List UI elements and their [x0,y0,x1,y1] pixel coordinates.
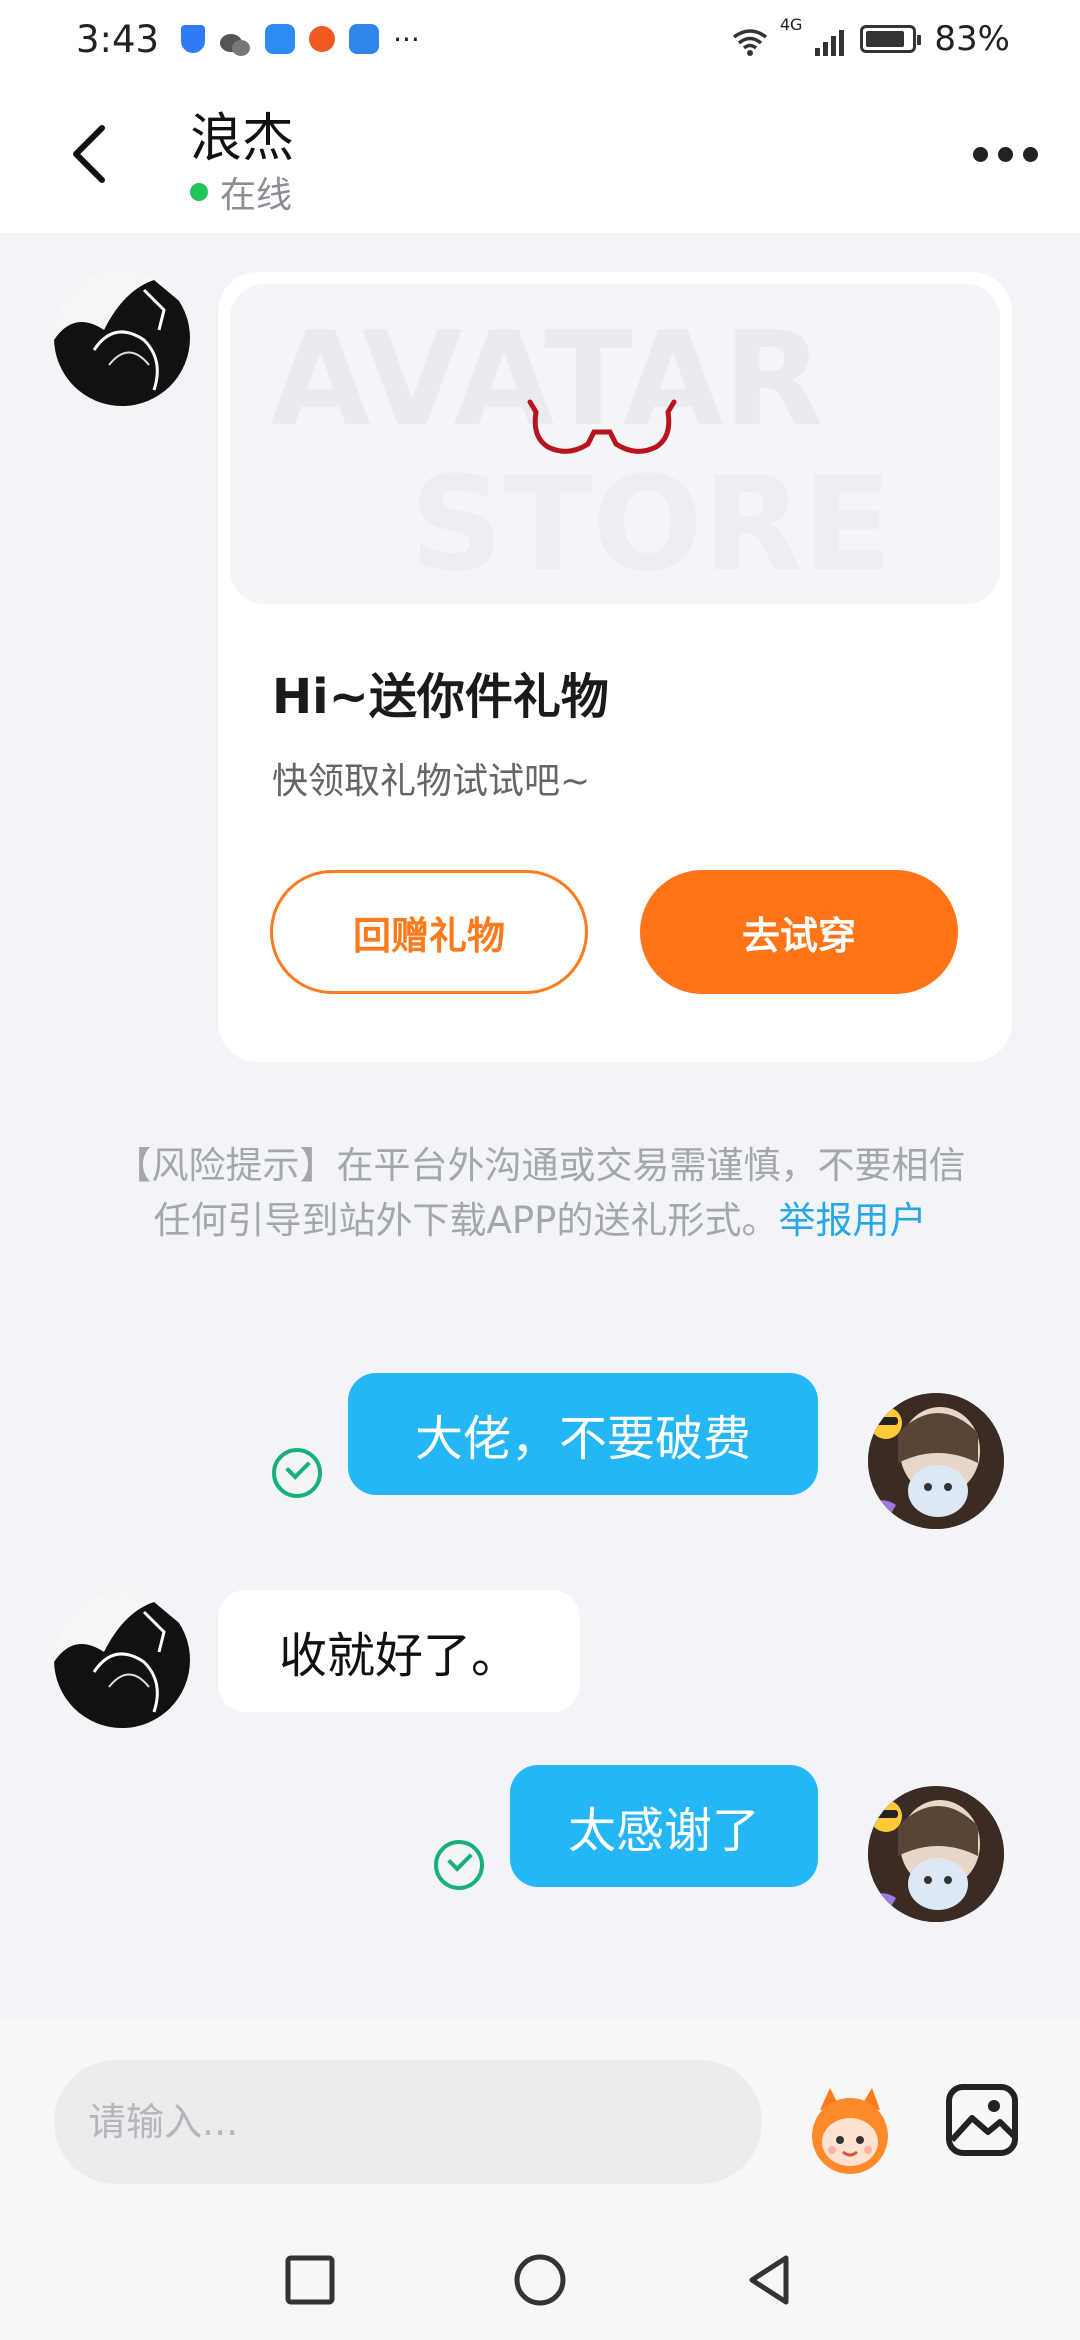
message-bubble-outgoing[interactable]: 太感谢了 [510,1765,818,1887]
more-options-button[interactable] [970,136,1040,172]
message-bubble-incoming[interactable]: 收就好了。 [218,1590,580,1712]
more-dot [997,146,1013,162]
my-avatar[interactable] [868,1393,1004,1529]
more-notifications-indicator: ··· [393,22,420,56]
signal-icon [814,25,848,56]
status-right: 4G 83% [732,15,1010,59]
app-store-icon [349,24,380,54]
image-icon [946,2084,1018,2156]
my-avatar[interactable] [868,1786,1004,1922]
wifi-icon [732,25,768,56]
notification-app-icon [309,26,336,52]
circle-icon [514,2254,566,2306]
gift-banner-image: AVATAR STORE [270,303,892,600]
banner-text-store: STORE [410,448,892,600]
image-button[interactable] [944,2082,1020,2158]
banner-text-avatar: AVATAR [270,303,823,455]
my-avatar-image [868,1393,1004,1529]
triangle-back-icon [749,2255,789,2305]
status-time: 3:43 [76,17,160,61]
contact-avatar[interactable] [54,270,190,406]
read-check-icon [434,1840,484,1890]
system-nav-bar [0,2218,1080,2340]
square-icon [285,2255,335,2305]
status-bar: 3:43 ··· 4G 83% [0,0,1080,78]
gift-card: AVATAR STORE Hi~送你件礼物 快领取礼物试试吧~ 回赠礼物 去试穿 [218,272,1012,1062]
composer-bar [0,2018,1080,2218]
emoji-button[interactable] [800,2080,900,2180]
risk-notice: 【风险提示】在平台外沟通或交易需谨慎，不要相信任何引导到站外下载APP的送礼形式… [100,1138,980,1248]
try-on-button[interactable]: 去试穿 [640,870,958,994]
contact-avatar[interactable] [54,1592,190,1728]
message-input[interactable] [54,2060,762,2184]
gift-banner: AVATAR STORE [230,284,1000,604]
home-button[interactable] [512,2252,568,2308]
message-bubble-outgoing[interactable]: 大佬，不要破费 [348,1373,818,1495]
weather-app-icon [265,24,296,54]
back-button[interactable] [60,118,120,190]
read-check-icon [272,1448,322,1498]
wechat-icon [219,26,251,56]
contact-avatar-image [54,1592,190,1728]
network-type: 4G [779,15,803,34]
shield-icon [181,25,206,53]
presence-label: 在线 [220,175,293,216]
my-avatar-image [868,1786,1004,1922]
return-gift-button[interactable]: 回赠礼物 [270,870,588,994]
recent-apps-button[interactable] [282,2252,338,2308]
report-user-link[interactable]: 举报用户 [778,1199,926,1242]
chat-header: 浪杰 在线 [0,78,1080,233]
more-dot [1022,146,1038,162]
contact-avatar-image [54,270,190,406]
contact-name: 浪杰 [190,109,295,169]
system-back-button[interactable] [742,2252,798,2308]
status-left: 3:43 ··· [76,18,420,61]
emoji-mascot-icon [812,2088,888,2174]
gift-subtitle: 快领取礼物试试吧~ [272,761,591,802]
more-dots-icon [972,146,988,162]
chevron-left-icon [73,125,105,183]
battery-level: 83% [934,19,1010,59]
battery-icon [860,25,922,53]
gift-title: Hi~送你件礼物 [272,669,609,725]
presence-status: 在线 [190,166,292,218]
online-dot-icon [190,183,208,201]
